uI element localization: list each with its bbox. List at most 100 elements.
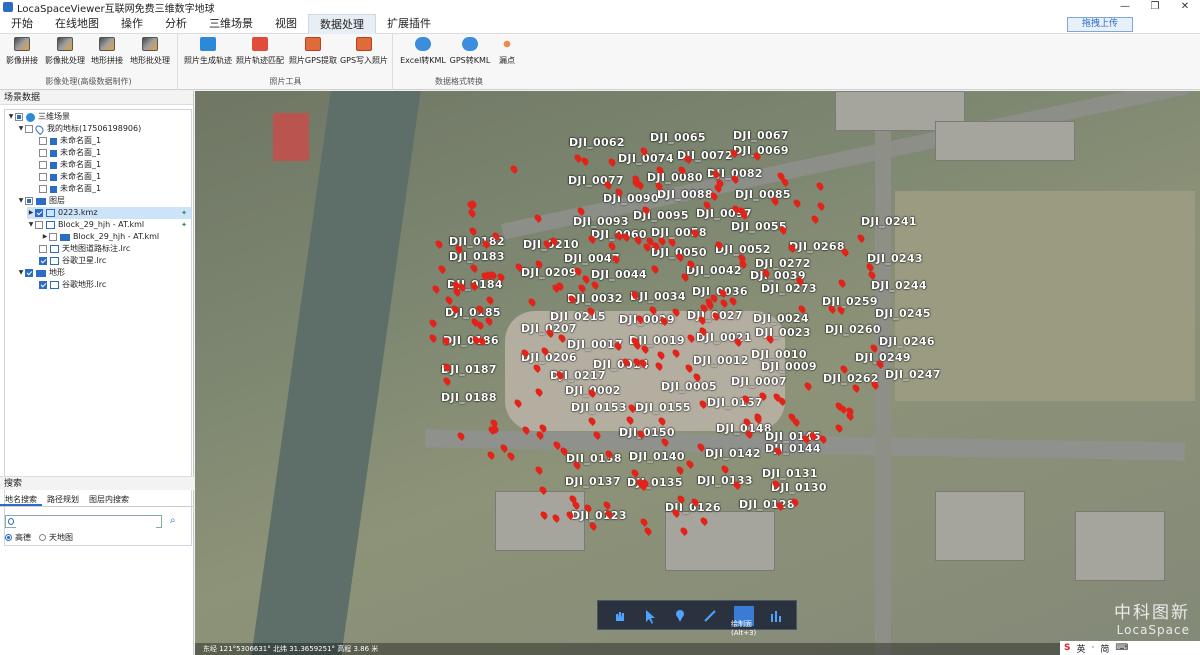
photo-marker-icon[interactable] xyxy=(833,422,844,433)
photo-label[interactable]: DJI_0246 xyxy=(879,335,935,348)
photo-marker-icon[interactable] xyxy=(580,155,591,166)
photo-label[interactable]: DJI_0150 xyxy=(619,426,675,439)
photo-label[interactable]: DJI_0088 xyxy=(657,188,713,201)
photo-marker-icon[interactable] xyxy=(506,451,517,462)
photo-label[interactable]: DJI_0123 xyxy=(571,509,627,522)
photo-label[interactable]: DJI_0069 xyxy=(733,144,789,157)
photo-label[interactable]: DJI_0085 xyxy=(735,188,791,201)
photo-marker-icon[interactable] xyxy=(441,376,452,387)
tree-item-road-labels[interactable]: 天地图道路标注.lrc xyxy=(39,243,130,255)
tree-item-kml[interactable]: ▼ Block_29_hjh - AT.kml ✦ xyxy=(27,219,191,231)
photo-marker-icon[interactable] xyxy=(836,277,847,288)
photo-marker-icon[interactable] xyxy=(856,233,866,244)
minimize-button[interactable]: — xyxy=(1110,0,1140,14)
radio-tianditu[interactable]: 天地图 xyxy=(39,532,73,543)
photo-label[interactable]: DJI_0153 xyxy=(571,401,627,414)
tree-item-polygon[interactable]: 未命名面_1 xyxy=(39,171,101,183)
tree-checkbox[interactable] xyxy=(39,257,47,265)
photo-marker-icon[interactable] xyxy=(587,521,598,532)
measure-icon[interactable] xyxy=(766,606,786,626)
photo-label[interactable]: DJI_0065 xyxy=(650,131,706,144)
menu-analysis[interactable]: 分析 xyxy=(154,14,198,34)
photo-marker-icon[interactable] xyxy=(791,197,802,208)
photo-label[interactable]: DJI_0243 xyxy=(867,252,923,265)
tab-route-planning[interactable]: 路径规划 xyxy=(42,493,84,506)
photo-label[interactable]: DJI_0209 xyxy=(521,266,577,279)
tree-checkbox[interactable] xyxy=(49,233,57,241)
photo-label[interactable]: DJI_0012 xyxy=(693,354,749,367)
terrain-mosaic-button[interactable]: 地形拼接 xyxy=(89,37,125,66)
maximize-button[interactable]: ❐ xyxy=(1140,0,1170,14)
photo-marker-icon[interactable] xyxy=(809,213,820,224)
photo-marker-icon[interactable] xyxy=(650,263,661,274)
photo-label[interactable]: DJI_0157 xyxy=(707,396,763,409)
photo-marker-icon[interactable] xyxy=(685,458,695,469)
photo-label[interactable]: DJI_0188 xyxy=(441,391,497,404)
photo-label[interactable]: DJI_0007 xyxy=(731,375,787,388)
tab-place-search[interactable]: 地名搜索 xyxy=(0,493,42,506)
photo-label[interactable]: DJI_0247 xyxy=(885,368,941,381)
photo-label[interactable]: DJI_0268 xyxy=(789,240,845,253)
gps-to-kml-button[interactable]: GPS转KML xyxy=(447,37,493,66)
hand-icon[interactable] xyxy=(610,606,630,626)
search-header[interactable]: 搜索 xyxy=(0,476,194,490)
tree-item-terrain[interactable]: ▼ 地形 xyxy=(17,267,65,279)
tree-item-my-landmarks[interactable]: ▼ 我的地标(17506198906) xyxy=(17,123,141,135)
search-icon[interactable]: ⌕ xyxy=(170,515,176,526)
keyboard-icon[interactable]: ⌨ xyxy=(1115,643,1128,653)
excel-to-kml-button[interactable]: Excel转KML xyxy=(400,37,446,66)
tree-checkbox[interactable] xyxy=(25,125,33,133)
tree-item-polygon[interactable]: 未命名面_1 xyxy=(39,135,101,147)
menu-data-processing[interactable]: 数据处理 xyxy=(308,13,376,34)
tree-checkbox[interactable] xyxy=(39,281,47,289)
tree-item-google-terrain[interactable]: 谷歌地形.lrc xyxy=(39,279,106,291)
pin-icon[interactable]: ✦ xyxy=(181,207,187,219)
photo-marker-icon[interactable] xyxy=(720,464,731,475)
tab-layer-search[interactable]: 图层内搜索 xyxy=(84,493,134,506)
menu-plugins[interactable]: 扩展插件 xyxy=(376,14,442,34)
tree-item-google-satellite[interactable]: 谷歌卫星.lrc xyxy=(39,255,106,267)
ime-punct[interactable]: · xyxy=(1092,643,1095,653)
menu-view[interactable]: 视图 xyxy=(264,14,308,34)
photo-label[interactable]: DJI_0024 xyxy=(753,312,809,325)
photo-marker-icon[interactable] xyxy=(642,526,653,537)
photo-marker-icon[interactable] xyxy=(589,279,600,290)
photo-label[interactable]: DJI_0067 xyxy=(733,129,789,142)
close-button[interactable]: ✕ xyxy=(1170,0,1200,14)
photo-label[interactable]: DJI_0055 xyxy=(731,220,787,233)
photo-marker-icon[interactable] xyxy=(802,381,813,392)
photo-label[interactable]: DJI_0186 xyxy=(443,334,499,347)
photo-marker-icon[interactable] xyxy=(675,464,686,475)
photo-label[interactable]: DJI_0128 xyxy=(739,498,795,511)
photo-label[interactable]: DJI_0260 xyxy=(825,323,881,336)
leak-point-button[interactable]: 漏点 xyxy=(494,37,520,66)
tree-item-3d-scene[interactable]: ▼ 三维场景 xyxy=(7,111,70,123)
tree-checkbox[interactable] xyxy=(25,197,33,205)
tree-item-polygon[interactable]: 未命名面_1 xyxy=(39,147,101,159)
tree-item-polygon[interactable]: 未命名面_1 xyxy=(39,159,101,171)
photo-label[interactable]: DJI_0023 xyxy=(755,326,811,339)
photo-marker-icon[interactable] xyxy=(840,246,851,257)
photo-marker-icon[interactable] xyxy=(607,157,618,168)
tree-item-kmz[interactable]: ▶ 0223.kmz ✦ xyxy=(27,207,191,219)
photo-label[interactable]: DJI_0142 xyxy=(705,447,761,460)
photo-label[interactable]: DJI_0077 xyxy=(568,174,624,187)
tree-checkbox[interactable] xyxy=(39,245,47,253)
photo-marker-icon[interactable] xyxy=(434,239,445,250)
scene-data-header[interactable]: 场景数据 xyxy=(0,91,193,105)
drag-upload-button[interactable]: 拖拽上传 xyxy=(1067,17,1133,32)
photo-marker-icon[interactable] xyxy=(815,201,826,211)
photo-label[interactable]: DJI_0133 xyxy=(697,474,753,487)
tree-checkbox[interactable] xyxy=(35,221,43,229)
photo-label[interactable]: DJI_0241 xyxy=(861,215,917,228)
tree-checkbox[interactable] xyxy=(25,269,33,277)
menu-start[interactable]: 开始 xyxy=(0,14,44,34)
photo-label[interactable]: DJI_0044 xyxy=(591,268,647,281)
pointer-icon[interactable] xyxy=(640,606,660,626)
photo-marker-icon[interactable] xyxy=(485,295,495,306)
tree-checkbox[interactable] xyxy=(15,113,23,121)
menu-online-map[interactable]: 在线地图 xyxy=(44,14,110,34)
photo-marker-icon[interactable] xyxy=(436,264,447,275)
photo-marker-icon[interactable] xyxy=(428,332,439,343)
photo-label[interactable]: DJI_0245 xyxy=(875,307,931,320)
